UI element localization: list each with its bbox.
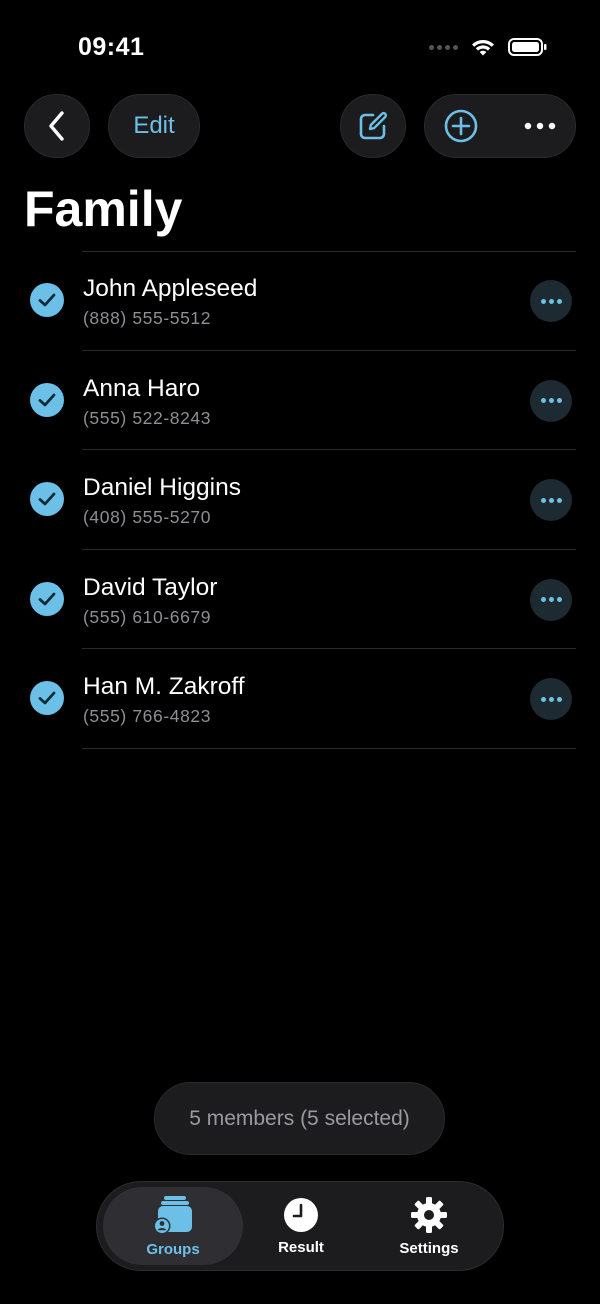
tab-settings[interactable]: Settings <box>377 1182 481 1270</box>
status-icons <box>429 37 548 57</box>
contact-name: Anna Haro <box>83 374 201 402</box>
contact-more-button[interactable] <box>530 578 572 621</box>
tab-groups[interactable]: Groups <box>103 1187 243 1265</box>
contact-phone: (888) 555-5512 <box>83 308 212 328</box>
contact-more-button[interactable] <box>530 479 572 521</box>
tab-label: Groups <box>146 1240 200 1258</box>
back-button[interactable] <box>24 94 90 158</box>
page-title: Family <box>24 181 183 237</box>
contact-row[interactable]: David Taylor (555) 610-6679 <box>0 550 600 650</box>
chevron-left-icon <box>49 111 64 141</box>
member-count-pill: 5 members (5 selected) <box>154 1082 445 1155</box>
tab-label: Settings <box>399 1239 459 1257</box>
contact-row[interactable]: Daniel Higgins (408) 555-5270 <box>0 450 600 550</box>
contact-more-button[interactable] <box>530 379 572 422</box>
wifi-icon <box>472 39 494 56</box>
checkmark-icon[interactable] <box>30 581 64 616</box>
contact-more-button[interactable] <box>530 678 572 720</box>
contact-phone: (408) 555-5270 <box>83 507 212 527</box>
cellular-signal-icon <box>429 44 458 50</box>
checkmark-icon[interactable] <box>30 482 64 516</box>
contact-phone: (555) 522-8243 <box>83 407 212 428</box>
contact-name: Daniel Higgins <box>83 474 241 501</box>
tab-label: Result <box>278 1238 324 1256</box>
clock-icon <box>284 1197 318 1232</box>
contact-row[interactable]: Anna Haro (555) 522-8243 <box>0 351 600 451</box>
checkmark-icon[interactable] <box>30 382 64 417</box>
status-time: 09:41 <box>78 33 145 61</box>
contact-row[interactable]: Han M. Zakroff (555) 766-4823 <box>0 649 600 749</box>
contact-name: John Appleseed <box>83 275 258 302</box>
compose-button[interactable] <box>340 94 406 158</box>
contact-list: John Appleseed (888) 555-5512 Anna Haro … <box>0 251 600 749</box>
status-bar: 09:41 <box>0 0 600 90</box>
tab-bar: Groups Result Settings <box>96 1181 504 1271</box>
contact-phone: (555) 766-4823 <box>83 706 212 726</box>
contact-row[interactable]: John Appleseed (888) 555-5512 <box>0 251 600 351</box>
groups-icon <box>153 1195 192 1234</box>
gear-icon <box>411 1196 447 1233</box>
actions-group <box>424 94 576 158</box>
add-icon[interactable] <box>443 108 479 144</box>
tab-result[interactable]: Result <box>249 1182 353 1270</box>
contact-more-button[interactable] <box>530 280 572 322</box>
checkmark-icon[interactable] <box>30 681 64 715</box>
checkmark-icon[interactable] <box>30 283 64 317</box>
contact-name: Han M. Zakroff <box>83 673 245 700</box>
contact-phone: (555) 610-6679 <box>83 606 212 627</box>
edit-button[interactable]: Edit <box>108 94 200 158</box>
contact-name: David Taylor <box>83 573 218 601</box>
compose-icon <box>359 112 387 140</box>
battery-icon <box>508 38 547 56</box>
more-options-icon[interactable] <box>523 121 557 131</box>
